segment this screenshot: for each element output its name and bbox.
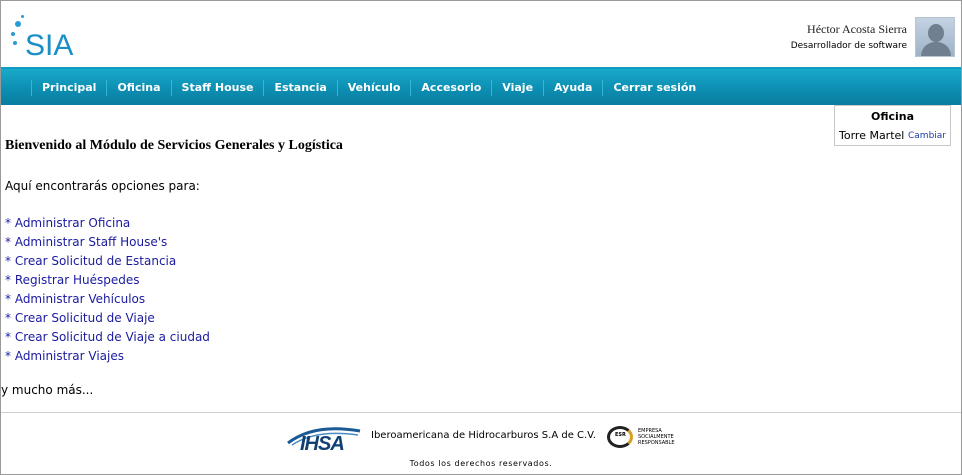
avatar-body-icon <box>921 42 951 56</box>
link-administrar-vehiculos[interactable]: * Administrar Vehículos <box>5 292 210 311</box>
nav-item-viaje[interactable]: Viaje <box>491 80 543 96</box>
nav-item-ayuda[interactable]: Ayuda <box>543 80 602 96</box>
link-crear-solicitud-viaje-ciudad[interactable]: * Crear Solicitud de Viaje a ciudad <box>5 330 210 349</box>
header: SIA Héctor Acosta Sierra Desarrollador d… <box>1 1 961 67</box>
esr-logo: ESR EMPRESA SOCIALMENTE RESPONSABLE <box>605 423 677 451</box>
user-role: Desarrollador de software <box>790 41 907 51</box>
nav-item-principal[interactable]: Principal <box>31 80 106 96</box>
esr-text: EMPRESA SOCIALMENTE RESPONSABLE <box>638 428 675 446</box>
logo-dot <box>13 41 17 45</box>
ihsa-logo: IHSA <box>284 421 364 455</box>
user-name: Héctor Acosta Sierra <box>807 22 907 36</box>
nav-item-vehiculo[interactable]: Vehículo <box>336 80 411 96</box>
main-nav: Principal Oficina Staff House Estancia V… <box>1 67 961 105</box>
company-name: Iberoamericana de Hidrocarburos S.A de C… <box>371 430 596 441</box>
logo-dot <box>21 15 24 18</box>
esr-line: RESPONSABLE <box>638 440 675 446</box>
footer: IHSA Iberoamericana de Hidrocarburos S.A… <box>1 412 961 474</box>
office-name: Torre Martel <box>839 129 905 142</box>
rights-text: Todos los derechos reservados. <box>409 459 553 468</box>
avatar[interactable] <box>915 17 955 57</box>
link-crear-solicitud-estancia[interactable]: * Crear Solicitud de Estancia <box>5 254 210 273</box>
avatar-head-icon <box>928 24 944 42</box>
more-text: y mucho más... <box>1 383 94 397</box>
office-title: Oficina <box>870 110 915 123</box>
office-box: Oficina Torre Martel Cambiar <box>834 105 951 146</box>
intro-text: Aquí encontrarás opciones para: <box>5 179 200 193</box>
nav-item-cerrar-sesion[interactable]: Cerrar sesión <box>602 80 706 96</box>
logo-dot <box>11 32 15 36</box>
esr-label: ESR <box>615 432 626 438</box>
nav-item-oficina[interactable]: Oficina <box>106 80 170 96</box>
sia-logo[interactable]: SIA <box>7 13 77 62</box>
logo-dot <box>15 21 21 27</box>
options-list: * Administrar Oficina * Administrar Staf… <box>5 216 210 368</box>
link-registrar-huespedes[interactable]: * Registrar Huéspedes <box>5 273 210 292</box>
logo-text: SIA <box>25 29 74 62</box>
ihsa-logo-text: IHSA <box>300 433 345 455</box>
link-administrar-staff-houses[interactable]: * Administrar Staff House's <box>5 235 210 254</box>
link-crear-solicitud-viaje[interactable]: * Crear Solicitud de Viaje <box>5 311 210 330</box>
nav-item-staff-house[interactable]: Staff House <box>170 80 264 96</box>
nav-item-estancia[interactable]: Estancia <box>263 80 336 96</box>
nav-items: Principal Oficina Staff House Estancia V… <box>31 69 706 107</box>
link-administrar-oficina[interactable]: * Administrar Oficina <box>5 216 210 235</box>
link-administrar-viajes[interactable]: * Administrar Viajes <box>5 349 210 368</box>
change-office-link[interactable]: Cambiar <box>908 131 946 141</box>
nav-item-accesorio[interactable]: Accesorio <box>410 80 491 96</box>
welcome-heading: Bienvenido al Módulo de Servicios Genera… <box>5 138 343 153</box>
